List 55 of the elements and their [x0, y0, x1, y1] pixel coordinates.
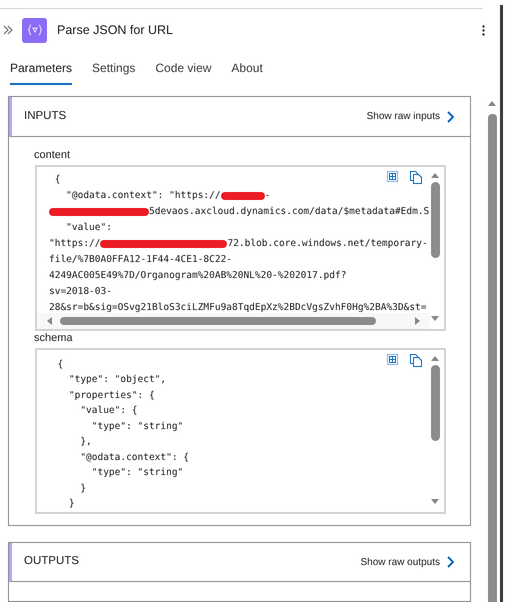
tab[interactable]: Code view — [155, 58, 212, 85]
code-text: "properties": { — [68, 388, 155, 403]
code-text: 5devaos.axcloud.dynamics.com/data/$metadata#Edm.S — [149, 204, 430, 219]
section-heading: OUTPUTS — [24, 554, 79, 570]
vertical-scrollbar[interactable] — [430, 171, 440, 321]
copy-icon[interactable] — [410, 171, 422, 184]
code-text: "type": "string" — [90, 420, 184, 434]
code-editor[interactable]: { "type": "object", "properties": { "value": { "type": "string" }, "@odata.context": { "type": "string" } } — [35, 348, 446, 514]
table-icon[interactable] — [387, 354, 398, 365]
code-text: } — [79, 482, 86, 496]
tab[interactable]: Parameters — [10, 58, 72, 85]
code-text: 72.blob.core.windows.net/temporary- — [227, 236, 428, 251]
code-text: { — [56, 358, 64, 372]
scroll-down-icon[interactable] — [431, 316, 439, 321]
code-text: 4249AC005E49%7D/Organogram%20AB%20NL%20-%202017.pdf? — [49, 268, 346, 283]
copy-icon[interactable] — [410, 354, 422, 367]
code-editor[interactable] — [35, 165, 446, 331]
section-heading: INPUTS — [24, 108, 66, 124]
code-text: 28&sr=b&sig=OSvg21BloS3ciLZMFu9a8TqdEpXz%2BDcVgsZvhF0Hg%2BA%3D&st= — [49, 300, 426, 315]
code-text: sv=2018-03- — [49, 284, 112, 299]
scroll-up-icon[interactable] — [488, 101, 496, 106]
chevron-right-icon — [447, 110, 454, 122]
code-text: "@odata.context": "https:// — [65, 188, 221, 203]
tab[interactable]: About — [231, 58, 263, 85]
table-icon[interactable] — [387, 171, 398, 182]
panel-title: Parse JSON for URL — [57, 22, 174, 40]
scroll-right-icon[interactable] — [415, 317, 420, 325]
action-icon — [22, 18, 47, 43]
field-label: schema — [34, 332, 73, 346]
code-text: "type": "string" — [90, 466, 184, 480]
code-text: "value": { — [79, 404, 138, 418]
code-text: "@odata.context": { — [79, 450, 189, 465]
code-text: file/%7B0A0FFA12-1F44-4CE1-8C22- — [49, 252, 232, 267]
code-text: } — [68, 497, 75, 512]
chevron-right-icon — [447, 556, 454, 568]
code-text: "value": — [65, 220, 112, 235]
more-icon[interactable] — [482, 24, 485, 36]
scroll-down-icon[interactable] — [431, 499, 439, 504]
show-raw-outputs-link[interactable]: Show raw outputs — [360, 554, 454, 570]
scroll-up-icon[interactable] — [431, 356, 439, 361]
scroll-up-icon[interactable] — [431, 173, 439, 178]
code-text: - — [264, 188, 270, 203]
expand-icon[interactable] — [3, 25, 13, 36]
horizontal-scrollbar[interactable] — [37, 313, 430, 329]
code-text: }, — [79, 435, 92, 450]
code-text: { — [54, 172, 60, 187]
redaction-mark — [220, 192, 265, 200]
show-raw-inputs-link[interactable]: Show raw inputs — [366, 109, 454, 124]
scroll-left-icon[interactable] — [47, 317, 52, 325]
field-label: content — [34, 148, 70, 163]
code-text: "type": "object", — [68, 373, 166, 388]
tab[interactable]: Settings — [92, 58, 136, 85]
vertical-scrollbar[interactable] — [430, 354, 440, 504]
code-text: "https:// — [49, 236, 100, 251]
scrollbar[interactable] — [487, 101, 497, 602]
